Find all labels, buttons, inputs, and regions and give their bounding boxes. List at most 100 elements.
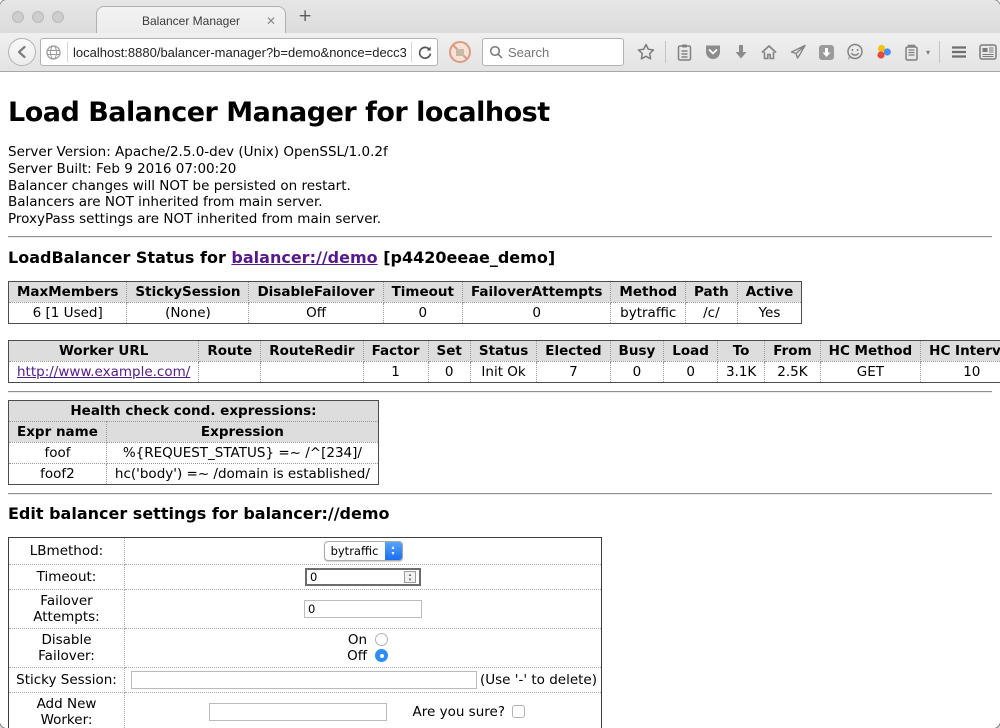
failover-attempts-input[interactable] (304, 600, 422, 618)
health-table-title: Health check cond. expressions: (9, 400, 379, 421)
search-icon (489, 45, 503, 59)
smiley-icon[interactable] (845, 42, 865, 62)
colored-dots-icon[interactable] (874, 42, 894, 62)
cell-expr-name: foof (9, 442, 107, 463)
balancer-demo-link[interactable]: balancer://demo (231, 248, 377, 267)
sticky-session-label: Sticky Session: (9, 667, 125, 692)
navigation-toolbar: localhost:8880/balancer-manager?b=demo&n… (0, 33, 1000, 72)
number-spinner-icon[interactable]: ▴▾ (404, 571, 416, 583)
radio-off[interactable] (375, 649, 388, 662)
add-worker-input[interactable] (209, 703, 387, 721)
form-row-lbmethod: LBmethod: bytraffic ▴▾ (9, 537, 602, 564)
zoom-window-button[interactable] (52, 11, 64, 23)
back-button[interactable] (8, 38, 36, 66)
cell-stickysession: (None) (127, 302, 249, 323)
clipboard-icon[interactable] (675, 43, 694, 62)
are-you-sure-checkbox[interactable] (512, 705, 525, 718)
radio-off-label: Off (337, 648, 367, 664)
server-info: Server Version: Apache/2.5.0-dev (Unix) … (8, 144, 992, 228)
search-bar[interactable] (482, 38, 624, 66)
bookmark-star-icon[interactable] (636, 42, 656, 62)
col-factor: Factor (363, 340, 428, 361)
block-button[interactable] (448, 40, 472, 64)
download-icon[interactable] (732, 43, 750, 61)
divider (8, 391, 992, 393)
col-hc-method: HC Method (820, 340, 921, 361)
form-row-disable-failover: Disable Failover: On Off (9, 628, 602, 667)
reload-icon[interactable] (417, 44, 433, 60)
cell-maxmembers: 6 [1 Used] (9, 302, 127, 323)
chevron-down-icon[interactable]: ▾ (926, 48, 930, 57)
cell-disablefailover: Off (249, 302, 383, 323)
url-text[interactable]: localhost:8880/balancer-manager?b=demo&n… (73, 45, 406, 60)
col-busy: Busy (610, 340, 664, 361)
radio-on-label: On (337, 632, 367, 648)
add-worker-label: Add New Worker: (9, 692, 125, 728)
cell-load: 0 (664, 361, 718, 382)
pocket-icon[interactable] (703, 42, 723, 62)
menu-icon[interactable] (949, 42, 969, 62)
sticky-session-input[interactable] (131, 671, 477, 689)
cell-busy: 0 (610, 361, 664, 382)
col-stickysession: StickySession (127, 281, 249, 302)
col-worker-url: Worker URL (9, 340, 199, 361)
url-bar[interactable]: localhost:8880/balancer-manager?b=demo&n… (40, 38, 438, 66)
table-header-row: Expr name Expression (9, 421, 379, 442)
lbmethod-select[interactable]: bytraffic ▴▾ (324, 541, 403, 561)
cell-to: 3.1K (717, 361, 764, 382)
window-controls[interactable] (12, 11, 64, 23)
lbmethod-selected-value: bytraffic (325, 544, 385, 558)
col-timeout: Timeout (383, 281, 462, 302)
sticky-session-hint: (Use '-' to delete) (480, 672, 597, 688)
extension-download-icon[interactable] (817, 43, 836, 62)
globe-icon (45, 44, 62, 61)
tab-balancer-manager[interactable]: Balancer Manager ✕ (96, 6, 286, 34)
col-hc-interval: HC Interval (921, 340, 1000, 361)
container-icon[interactable] (903, 43, 920, 62)
server-version: Server Version: Apache/2.5.0-dev (Unix) … (8, 144, 992, 161)
loadbalancer-status-heading: LoadBalancer Status for balancer://demo … (8, 248, 992, 267)
divider (8, 236, 992, 238)
select-stepper-icon: ▴▾ (385, 542, 402, 560)
cell-timeout: 0 (383, 302, 462, 323)
page-title: Load Balancer Manager for localhost (8, 97, 992, 128)
cell-status: Init Ok (470, 361, 536, 382)
close-window-button[interactable] (12, 11, 24, 23)
newspaper-icon[interactable] (978, 42, 998, 62)
radio-on[interactable] (375, 633, 388, 646)
send-icon[interactable] (788, 42, 808, 62)
cell-from: 2.5K (765, 361, 820, 382)
cell-expression: %{REQUEST_STATUS} =~ /^[234]/ (106, 442, 378, 463)
disable-failover-label: Disable Failover: (9, 628, 125, 667)
col-failoverattempts: FailoverAttempts (463, 281, 611, 302)
cell-expr-name: foof2 (9, 463, 107, 484)
col-disablefailover: DisableFailover (249, 281, 383, 302)
col-route: Route (199, 340, 261, 361)
worker-url-link[interactable]: http://www.example.com/ (17, 364, 190, 380)
toolbar-divider (665, 41, 666, 63)
col-set: Set (428, 340, 470, 361)
home-icon[interactable] (759, 42, 779, 62)
worker-status-table: Worker URL Route RouteRedir Factor Set S… (8, 340, 1000, 383)
cell-routeredir (261, 361, 363, 382)
cell-route (199, 361, 261, 382)
col-expr-name: Expr name (9, 421, 107, 442)
table-row: http://www.example.com/ 1 0 Init Ok 7 0 … (9, 361, 1000, 382)
tab-close-icon[interactable]: ✕ (266, 14, 276, 28)
block-icon (448, 40, 472, 64)
lbmethod-label: LBmethod: (9, 537, 125, 564)
edit-balancer-form: LBmethod: bytraffic ▴▾ Timeout: ▴▾ (8, 537, 602, 728)
new-tab-button[interactable]: + (298, 8, 312, 25)
col-expression: Expression (106, 421, 378, 442)
cell-hc-interval: 10 (921, 361, 1000, 382)
urlbar-divider (411, 42, 412, 62)
notice-proxypass: ProxyPass settings are NOT inherited fro… (8, 211, 992, 228)
search-input[interactable] (508, 45, 608, 60)
table-header-row: MaxMembers StickySession DisableFailover… (9, 281, 802, 302)
failover-attempts-label: Failover Attempts: (9, 589, 125, 628)
minimize-window-button[interactable] (32, 11, 44, 23)
table-header-row: Worker URL Route RouteRedir Factor Set S… (9, 340, 1000, 361)
notice-balancers: Balancers are NOT inherited from main se… (8, 194, 992, 211)
col-maxmembers: MaxMembers (9, 281, 127, 302)
back-icon (14, 44, 30, 60)
